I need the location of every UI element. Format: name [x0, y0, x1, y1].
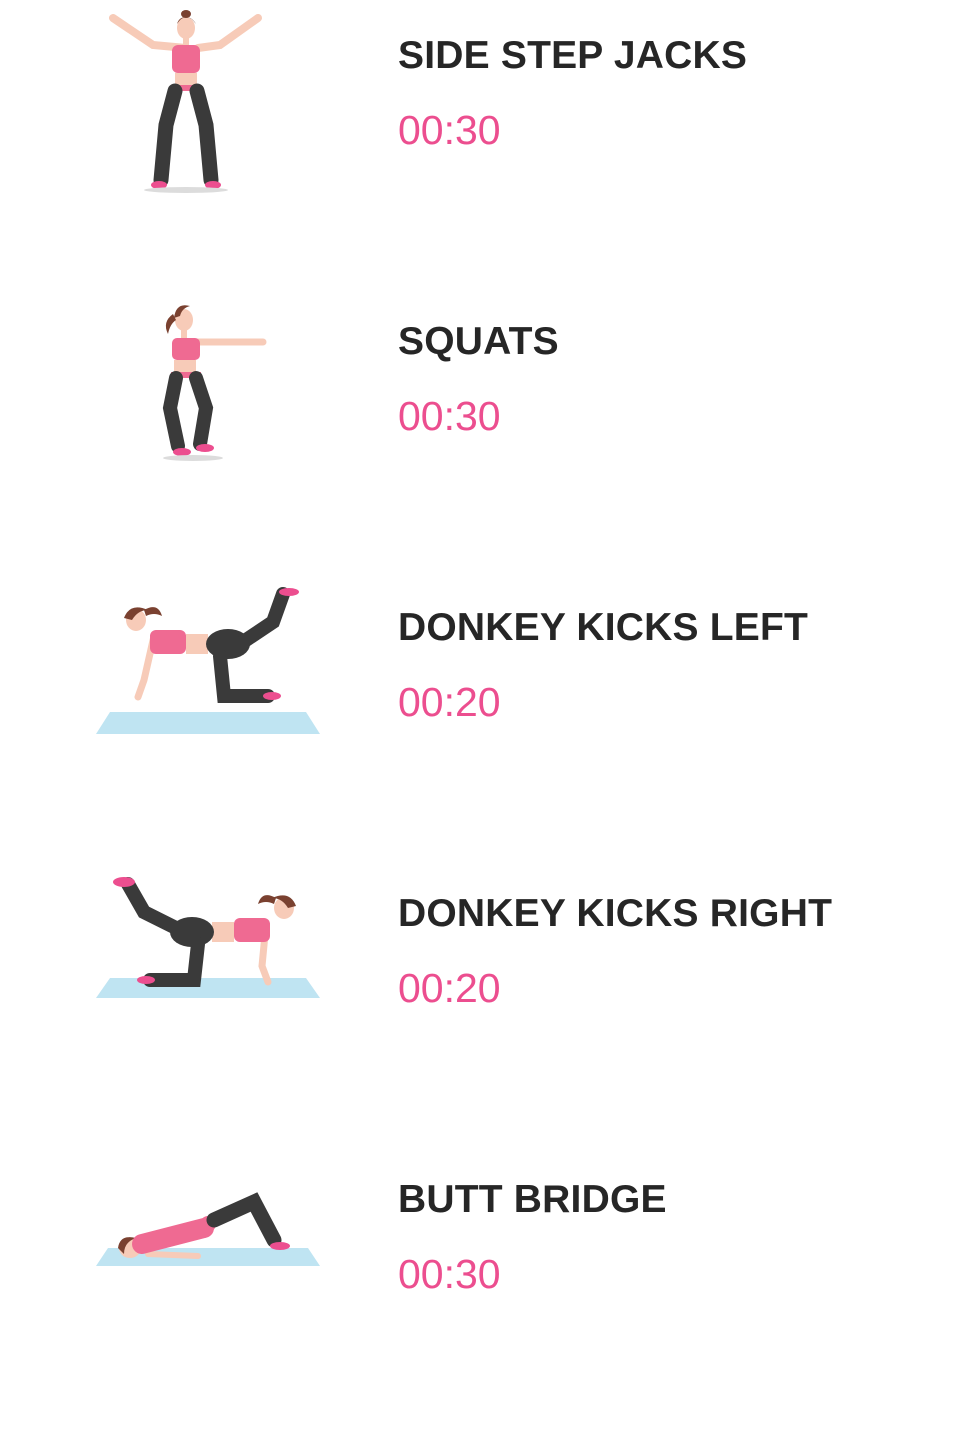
exercise-name: DONKEY KICKS RIGHT: [398, 892, 833, 935]
side-step-jacks-figure-icon: [58, 0, 358, 226]
exercise-duration: 00:30: [398, 1251, 501, 1297]
exercise-row-butt-bridge[interactable]: BUTT BRIDGE 00:30: [0, 1144, 975, 1430]
donkey-kicks-right-figure-icon: [58, 858, 358, 1084]
exercise-name: SQUATS: [398, 320, 559, 363]
exercise-duration: 00:30: [398, 107, 501, 153]
exercise-row-side-step-jacks[interactable]: SIDE STEP JACKS 00:30: [0, 0, 975, 286]
exercise-row-donkey-kicks-left[interactable]: DONKEY KICKS LEFT 00:20: [0, 572, 975, 858]
exercise-duration: 00:20: [398, 679, 501, 725]
exercise-row-squats[interactable]: SQUATS 00:30: [0, 286, 975, 572]
donkey-kicks-left-figure-icon: [58, 572, 358, 798]
squats-figure-icon: [58, 286, 358, 512]
exercise-list: SIDE STEP JACKS 00:30 SQUATS 00:30 DONKE…: [0, 0, 975, 1370]
exercise-name: BUTT BRIDGE: [398, 1178, 667, 1221]
butt-bridge-figure-icon: [58, 1144, 358, 1370]
exercise-row-donkey-kicks-right[interactable]: DONKEY KICKS RIGHT 00:20: [0, 858, 975, 1144]
exercise-duration: 00:30: [398, 393, 501, 439]
exercise-name: SIDE STEP JACKS: [398, 34, 748, 77]
exercise-name: DONKEY KICKS LEFT: [398, 606, 809, 649]
exercise-duration: 00:20: [398, 965, 501, 1011]
